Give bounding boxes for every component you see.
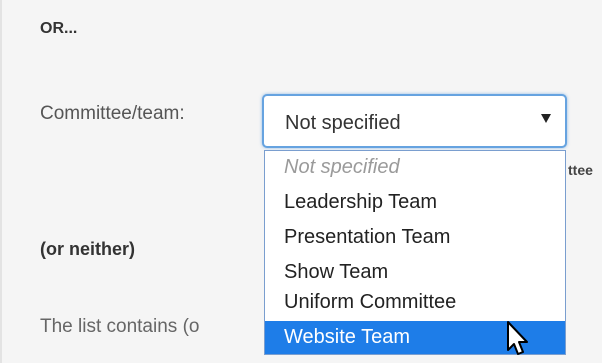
option-show-team[interactable]: Show Team <box>265 258 565 287</box>
select-current-value: Not specified <box>285 112 401 134</box>
committee-label: Committee/team: <box>40 103 185 124</box>
committee-select[interactable]: Not specified <box>262 94 567 148</box>
caret-down-icon <box>541 114 551 123</box>
option-not-specified[interactable]: Not specified <box>265 153 565 182</box>
partially-hidden-label: ttee <box>568 162 593 178</box>
option-presentation-team[interactable]: Presentation Team <box>265 223 565 252</box>
option-uniform-committee[interactable]: Uniform Committee <box>265 288 565 317</box>
or-heading: OR... <box>40 20 78 37</box>
mouse-pointer-icon <box>507 321 528 355</box>
option-leadership-team[interactable]: Leadership Team <box>265 188 565 217</box>
filter-panel: OR... Committee/team: Not specified ttee… <box>0 0 602 363</box>
list-contains-label: The list contains (o <box>40 316 200 337</box>
panel-divider <box>0 0 2 363</box>
or-neither-label: (or neither) <box>40 239 136 259</box>
